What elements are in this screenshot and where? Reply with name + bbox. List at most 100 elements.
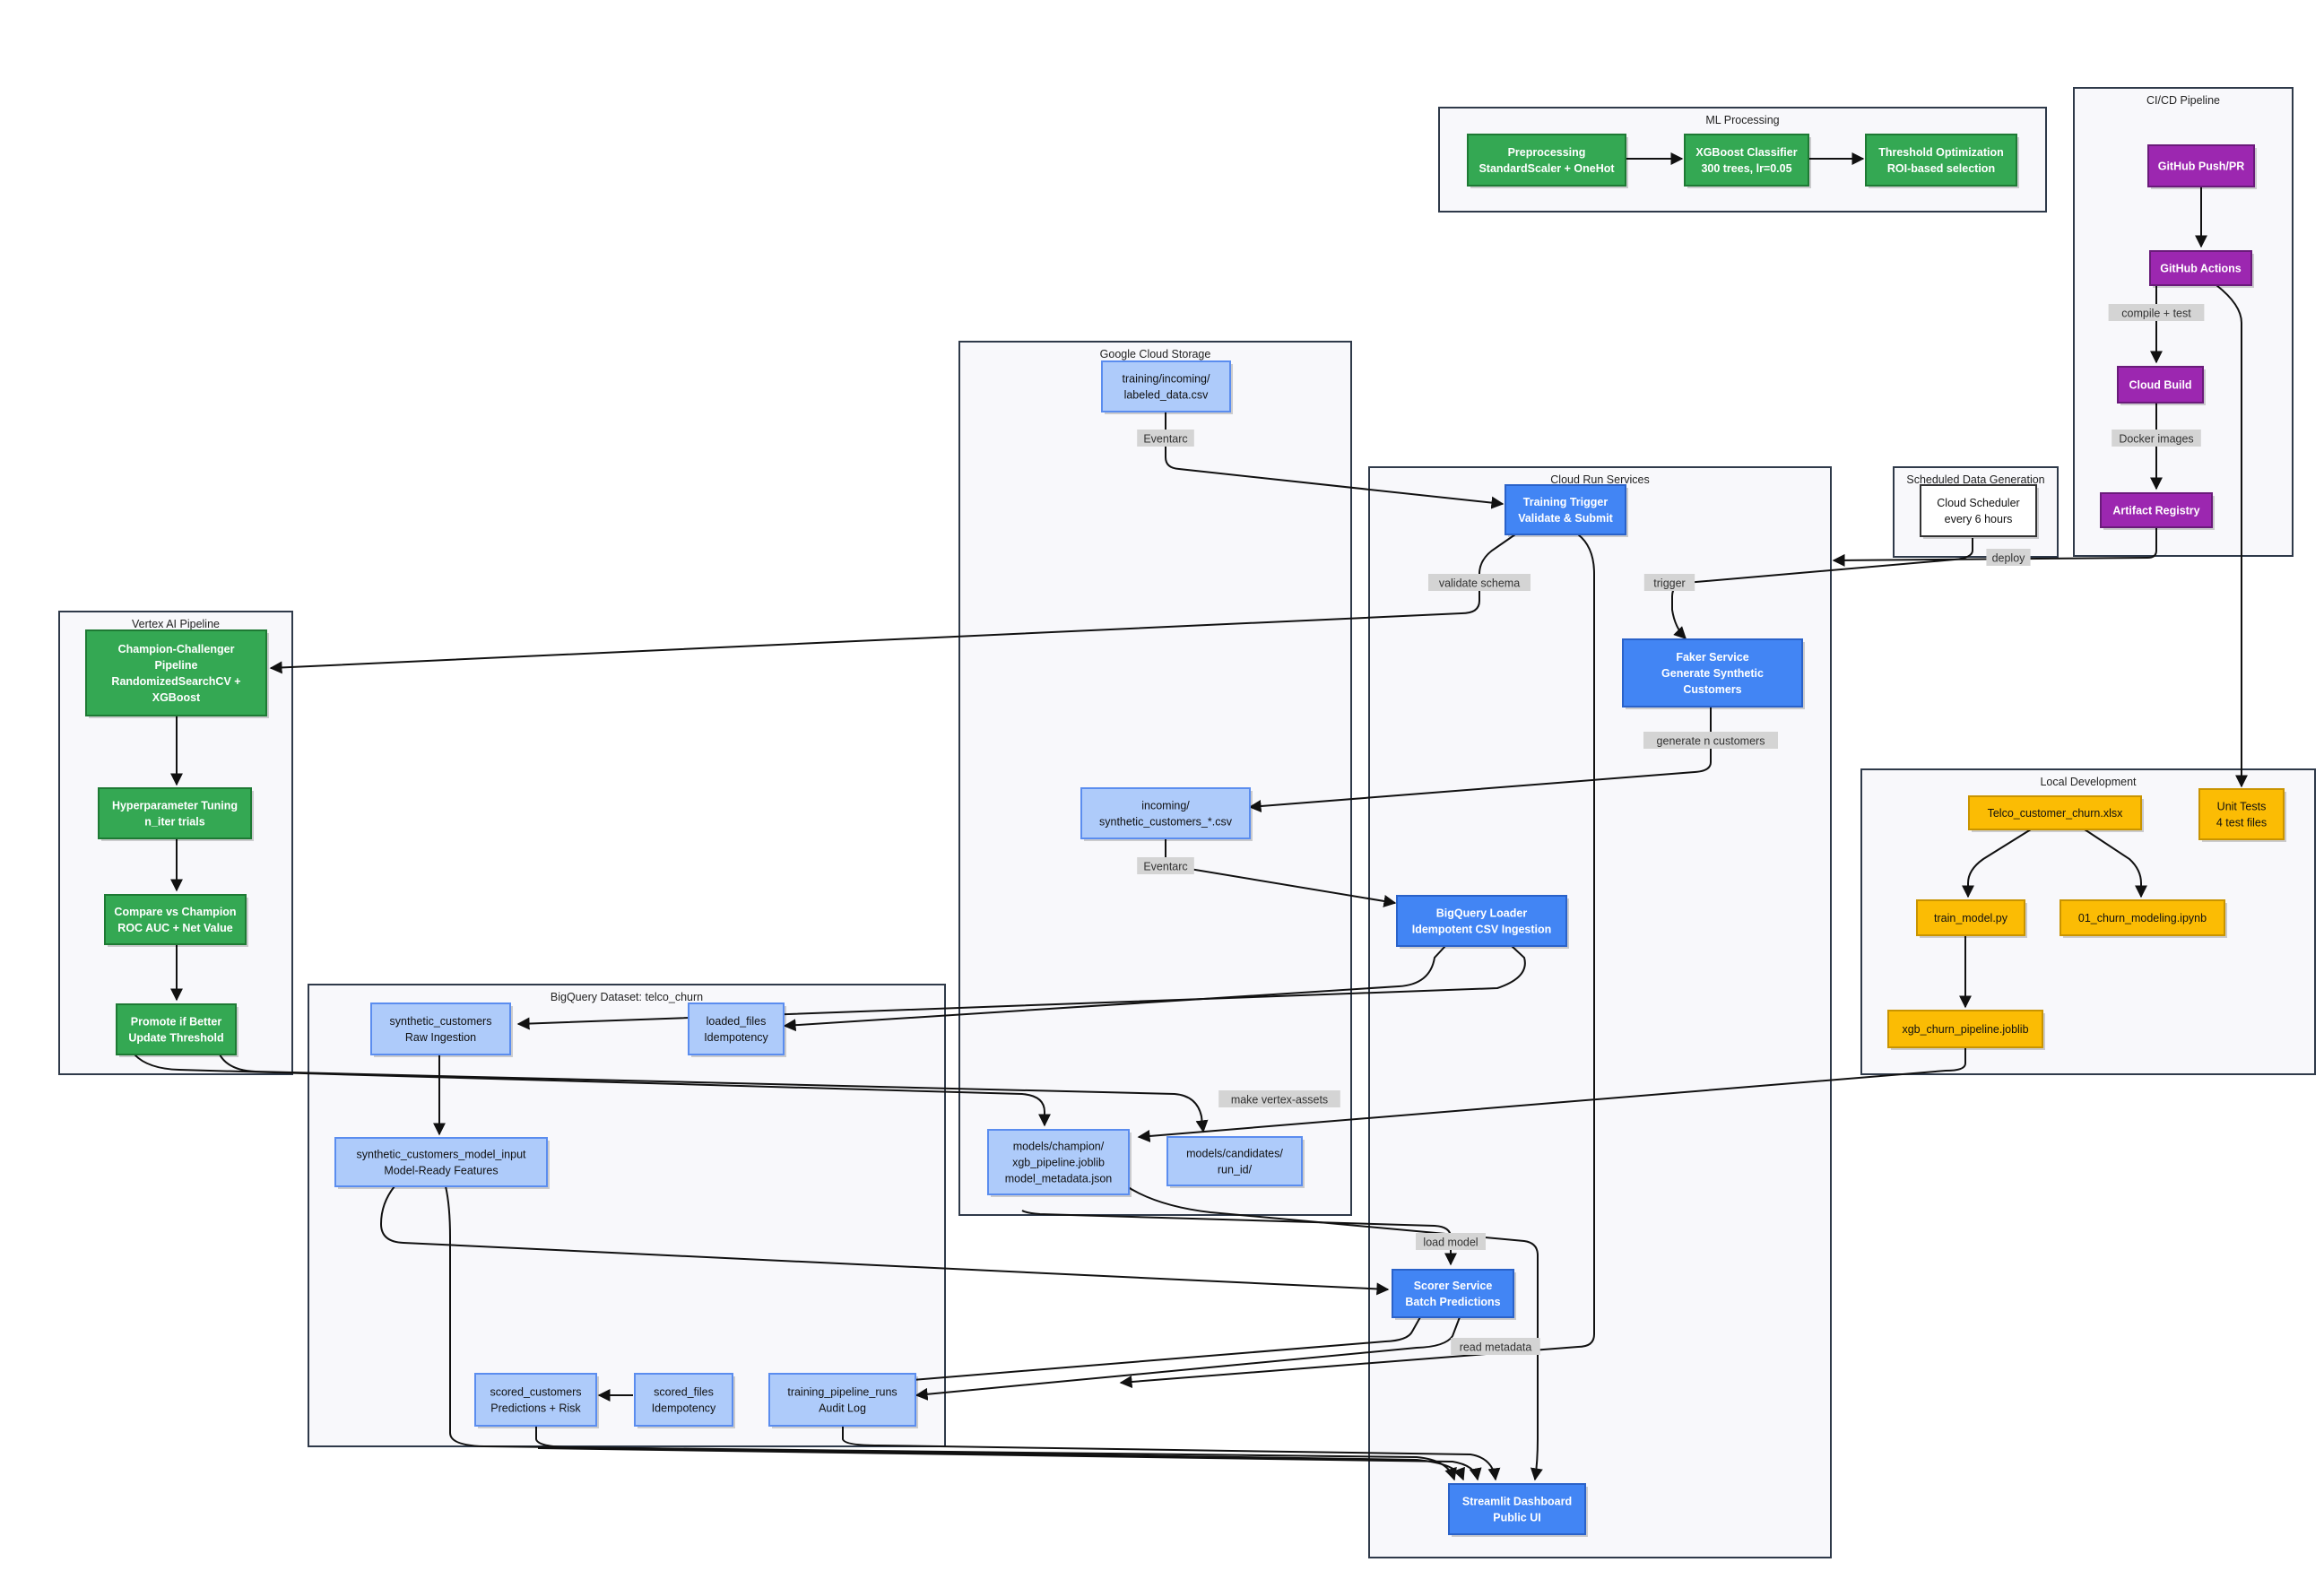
node-label: Validate & Submit bbox=[1518, 512, 1613, 525]
node-trainpy: train_model.py bbox=[1916, 899, 2027, 938]
node-bqload: BigQuery Loader Idempotent CSV Ingestion bbox=[1396, 895, 1569, 949]
cluster-title: Local Development bbox=[2040, 776, 2137, 788]
node-label: run_id/ bbox=[1218, 1164, 1253, 1176]
edge-label-docker: Docker images bbox=[2112, 430, 2201, 447]
node-label: synthetic_customers_*.csv bbox=[1099, 816, 1233, 829]
node-label: n_iter trials bbox=[144, 816, 204, 829]
node-label: XGBoost bbox=[152, 691, 201, 704]
cluster-cloudrun: Cloud Run Services bbox=[1368, 466, 1832, 1558]
node-scorer: Scorer Service Batch Predictions bbox=[1392, 1269, 1516, 1320]
node-label: 300 trees, lr=0.05 bbox=[1701, 162, 1791, 175]
node-label: GitHub Actions bbox=[2160, 263, 2242, 275]
node-label: Idempotency bbox=[652, 1402, 716, 1415]
node-label: loaded_files bbox=[707, 1015, 767, 1028]
node-label: incoming/ bbox=[1141, 800, 1190, 812]
node-label: Idempotency bbox=[704, 1031, 768, 1044]
edge-label-deploy: deploy bbox=[1986, 549, 2031, 566]
node-label: synthetic_customers bbox=[390, 1015, 492, 1028]
svg-text:make vertex-assets: make vertex-assets bbox=[1231, 1094, 1328, 1107]
node-cands: models/candidates/run_id/ bbox=[1166, 1136, 1305, 1188]
node-label: Audit Log bbox=[819, 1402, 866, 1415]
node-label: xgb_pipeline.joblib bbox=[1012, 1157, 1105, 1169]
node-loaded: loaded_files Idempotency bbox=[688, 1002, 786, 1057]
node-label: Promote if Better bbox=[131, 1016, 222, 1029]
svg-text:Docker images: Docker images bbox=[2119, 433, 2193, 446]
edge-label-gencust: generate n customers bbox=[1643, 732, 1778, 749]
node-label: scored_customers bbox=[490, 1386, 581, 1399]
node-areg: Artifact Registry bbox=[2100, 492, 2215, 530]
node-utests: Unit Tests 4 test files bbox=[2198, 788, 2286, 842]
node-cron: Cloud Scheduler every 6 hours bbox=[1920, 484, 2039, 539]
node-label: training/incoming/ bbox=[1123, 373, 1210, 386]
node-label: ROC AUC + Net Value bbox=[117, 922, 232, 934]
node-label: Compare vs Champion bbox=[114, 906, 236, 918]
node-label: synthetic_customers_model_input bbox=[357, 1149, 527, 1161]
edge-label-loadmodel: load model bbox=[1416, 1233, 1486, 1250]
node-scored: scored_customers Predictions + Risk bbox=[474, 1373, 599, 1428]
node-label: BigQuery Loader bbox=[1436, 907, 1528, 920]
node-label: Champion-Challenger bbox=[118, 643, 235, 655]
node-label: Training Trigger bbox=[1523, 496, 1609, 508]
node-label: Artifact Registry bbox=[2112, 505, 2199, 517]
node-tpruns: training_pipeline_runs Audit Log bbox=[768, 1373, 918, 1428]
node-label: Customers bbox=[1683, 683, 1741, 696]
architecture-diagram: ML Processing CI/CD Pipeline Google Cloud … bbox=[58, 87, 2316, 1558]
node-label: Cloud Scheduler bbox=[1937, 497, 2019, 509]
svg-text:read metadata: read metadata bbox=[1460, 1341, 1532, 1354]
node-label: StandardScaler + OneHot bbox=[1479, 162, 1615, 175]
node-dash: Streamlit Dashboard Public UI bbox=[1448, 1483, 1588, 1537]
node-ccp: Champion-Challenger Pipeline RandomizedSea… bbox=[85, 629, 269, 718]
node-label: GitHub Push/PR bbox=[2158, 161, 2245, 173]
svg-text:load model: load model bbox=[1423, 1237, 1478, 1249]
cluster-title: ML Processing bbox=[1705, 114, 1779, 126]
node-ghpush: GitHub Push/PR bbox=[2147, 144, 2257, 189]
node-cmp: Compare vs Champion ROC AUC + Net Value bbox=[104, 894, 248, 947]
node-promote: Promote if Better Update Threshold bbox=[116, 1003, 238, 1057]
node-xlsx: Telco_customer_churn.xlsx bbox=[1968, 795, 2144, 832]
node-label: model_metadata.json bbox=[1005, 1173, 1113, 1185]
node-thresh: Threshold Optimization ROI-based selectio… bbox=[1865, 134, 2019, 188]
node-label: Hyperparameter Tuning bbox=[112, 800, 238, 812]
node-champ: models/champion/xgb_pipeline.joblibmodel… bbox=[987, 1129, 1132, 1197]
node-nb: 01_churn_modeling.ipynb bbox=[2060, 899, 2227, 938]
node-label: xgb_churn_pipeline.joblib bbox=[1902, 1023, 2028, 1036]
svg-text:Eventarc: Eventarc bbox=[1143, 861, 1187, 873]
node-xgb: XGBoost Classifier 300 trees, lr=0.05 bbox=[1684, 134, 1811, 188]
edge-label-eventarc1: Eventarc bbox=[1137, 430, 1194, 447]
node-label: Pipeline bbox=[155, 659, 198, 672]
node-label: 01_churn_modeling.ipynb bbox=[2078, 912, 2207, 924]
node-label: Unit Tests bbox=[2217, 801, 2267, 813]
edge-label-eventarc2: Eventarc bbox=[1137, 857, 1194, 874]
node-label: training_pipeline_runs bbox=[787, 1386, 897, 1399]
node-faker: Faker Service Generate Synthetic Customers bbox=[1622, 638, 1805, 709]
node-label: Cloud Build bbox=[2129, 379, 2191, 392]
cluster-title: Scheduled Data Generation bbox=[1906, 473, 2044, 486]
node-label: XGBoost Classifier bbox=[1695, 146, 1797, 159]
svg-text:Eventarc: Eventarc bbox=[1143, 433, 1187, 446]
node-prep: Preprocessing StandardScaler + OneHot bbox=[1467, 134, 1628, 188]
node-label: Preprocessing bbox=[1508, 146, 1586, 159]
node-label: train_model.py bbox=[1934, 912, 2008, 924]
edge-label-vertexassets: make vertex-assets bbox=[1218, 1090, 1340, 1107]
node-label: 4 test files bbox=[2216, 817, 2267, 829]
node-synthcsv: incoming/synthetic_customers_*.csv bbox=[1080, 787, 1253, 841]
node-label: Public UI bbox=[1493, 1512, 1540, 1524]
node-label: Scorer Service bbox=[1414, 1280, 1493, 1292]
node-label: every 6 hours bbox=[1945, 513, 2013, 525]
svg-text:trigger: trigger bbox=[1653, 577, 1685, 590]
node-ghact: GitHub Actions bbox=[2149, 250, 2254, 288]
edge-label-trigger: trigger bbox=[1643, 574, 1695, 591]
cluster-title: CI/CD Pipeline bbox=[2146, 94, 2220, 107]
node-label: models/champion/ bbox=[1013, 1141, 1105, 1153]
node-trig: Training Trigger Validate & Submit bbox=[1505, 484, 1628, 537]
svg-text:generate n customers: generate n customers bbox=[1657, 735, 1765, 748]
edge-label-compile: compile + test bbox=[2108, 304, 2205, 321]
node-label: ROI-based selection bbox=[1887, 162, 1995, 175]
svg-text:validate schema: validate schema bbox=[1439, 577, 1520, 590]
node-label: Threshold Optimization bbox=[1878, 146, 2004, 159]
cluster-title: Vertex AI Pipeline bbox=[132, 618, 220, 630]
cluster-title: Google Cloud Storage bbox=[1100, 348, 1211, 360]
node-label: Predictions + Risk bbox=[490, 1402, 581, 1415]
node-label: models/candidates/ bbox=[1186, 1148, 1283, 1160]
node-cbuild: Cloud Build bbox=[2117, 366, 2206, 405]
